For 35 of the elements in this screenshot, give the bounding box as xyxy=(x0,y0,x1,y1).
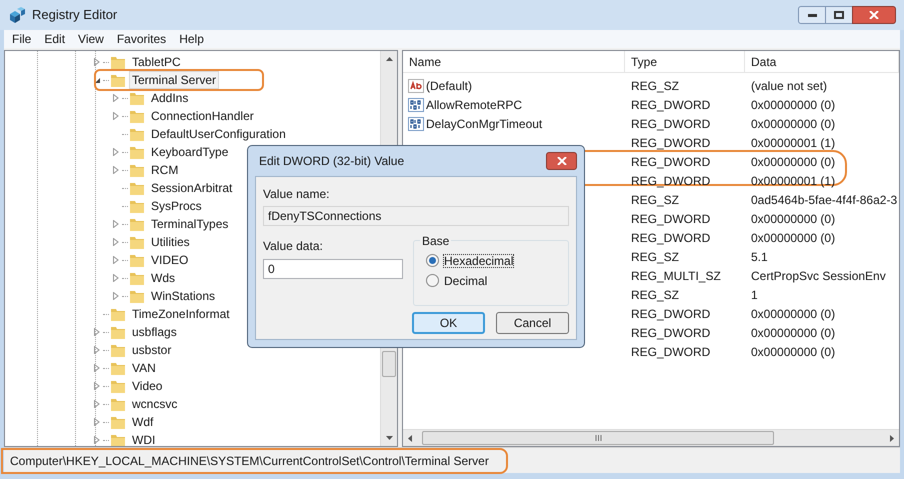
value-data: 0x00000000 (0) xyxy=(750,96,836,114)
value-type: REG_SZ xyxy=(630,192,680,208)
value-data: 0x00000000 (0) xyxy=(750,210,836,228)
value-type: REG_DWORD xyxy=(630,230,712,246)
value-type: REG_SZ xyxy=(630,248,680,266)
value-data: 0x00000000 (0) xyxy=(750,324,836,342)
value-data: (value not set) xyxy=(750,78,828,94)
value-type: REG_SZ xyxy=(630,286,680,304)
value-data: 0x00000000 (0) xyxy=(750,306,836,322)
value-type: REG_MULTI_SZ xyxy=(630,268,722,284)
value-data: 0x00000000 (0) xyxy=(750,116,836,132)
window-title: Registry Editor xyxy=(32,6,118,24)
value-type: REG_DWORD xyxy=(630,96,712,114)
value-data: 0x00000000 (0) xyxy=(750,230,836,246)
value-type: REG_DWORD xyxy=(630,324,712,342)
value-type: REG_DWORD xyxy=(630,344,712,360)
value-data: 0ad5464b-5fae-4f4f-86a2-3 xyxy=(750,192,898,208)
field-label: Value name: xyxy=(263,186,330,203)
value-type: REG_DWORD xyxy=(630,172,712,190)
value-data: 5.1 xyxy=(750,248,768,266)
field-label: Value data: xyxy=(263,238,324,255)
value-type: REG_DWORD xyxy=(630,134,712,152)
dialog-title: Edit DWORD (32-bit) Value xyxy=(259,153,404,170)
value-type: REG_SZ xyxy=(630,78,680,94)
value-data: 0x00000000 (0) xyxy=(750,344,836,360)
value-data: 0x00000001 (1) xyxy=(750,134,836,152)
value-type: REG_DWORD xyxy=(630,306,712,322)
value-data: 0x00000001 (1) xyxy=(750,172,836,190)
value-data: CertPropSvc SessionEnv xyxy=(750,268,886,284)
value-type: REG_DWORD xyxy=(630,154,712,170)
value-data: 0x00000000 (0) xyxy=(750,154,836,170)
value-type: REG_DWORD xyxy=(630,116,712,132)
value-data: 1 xyxy=(750,286,758,304)
registry-path: Computer\HKEY_LOCAL_MACHINE\SYSTEM\CurrentControlSet\Control\Terminal Server xyxy=(10,452,489,470)
value-type: REG_DWORD xyxy=(630,210,712,228)
